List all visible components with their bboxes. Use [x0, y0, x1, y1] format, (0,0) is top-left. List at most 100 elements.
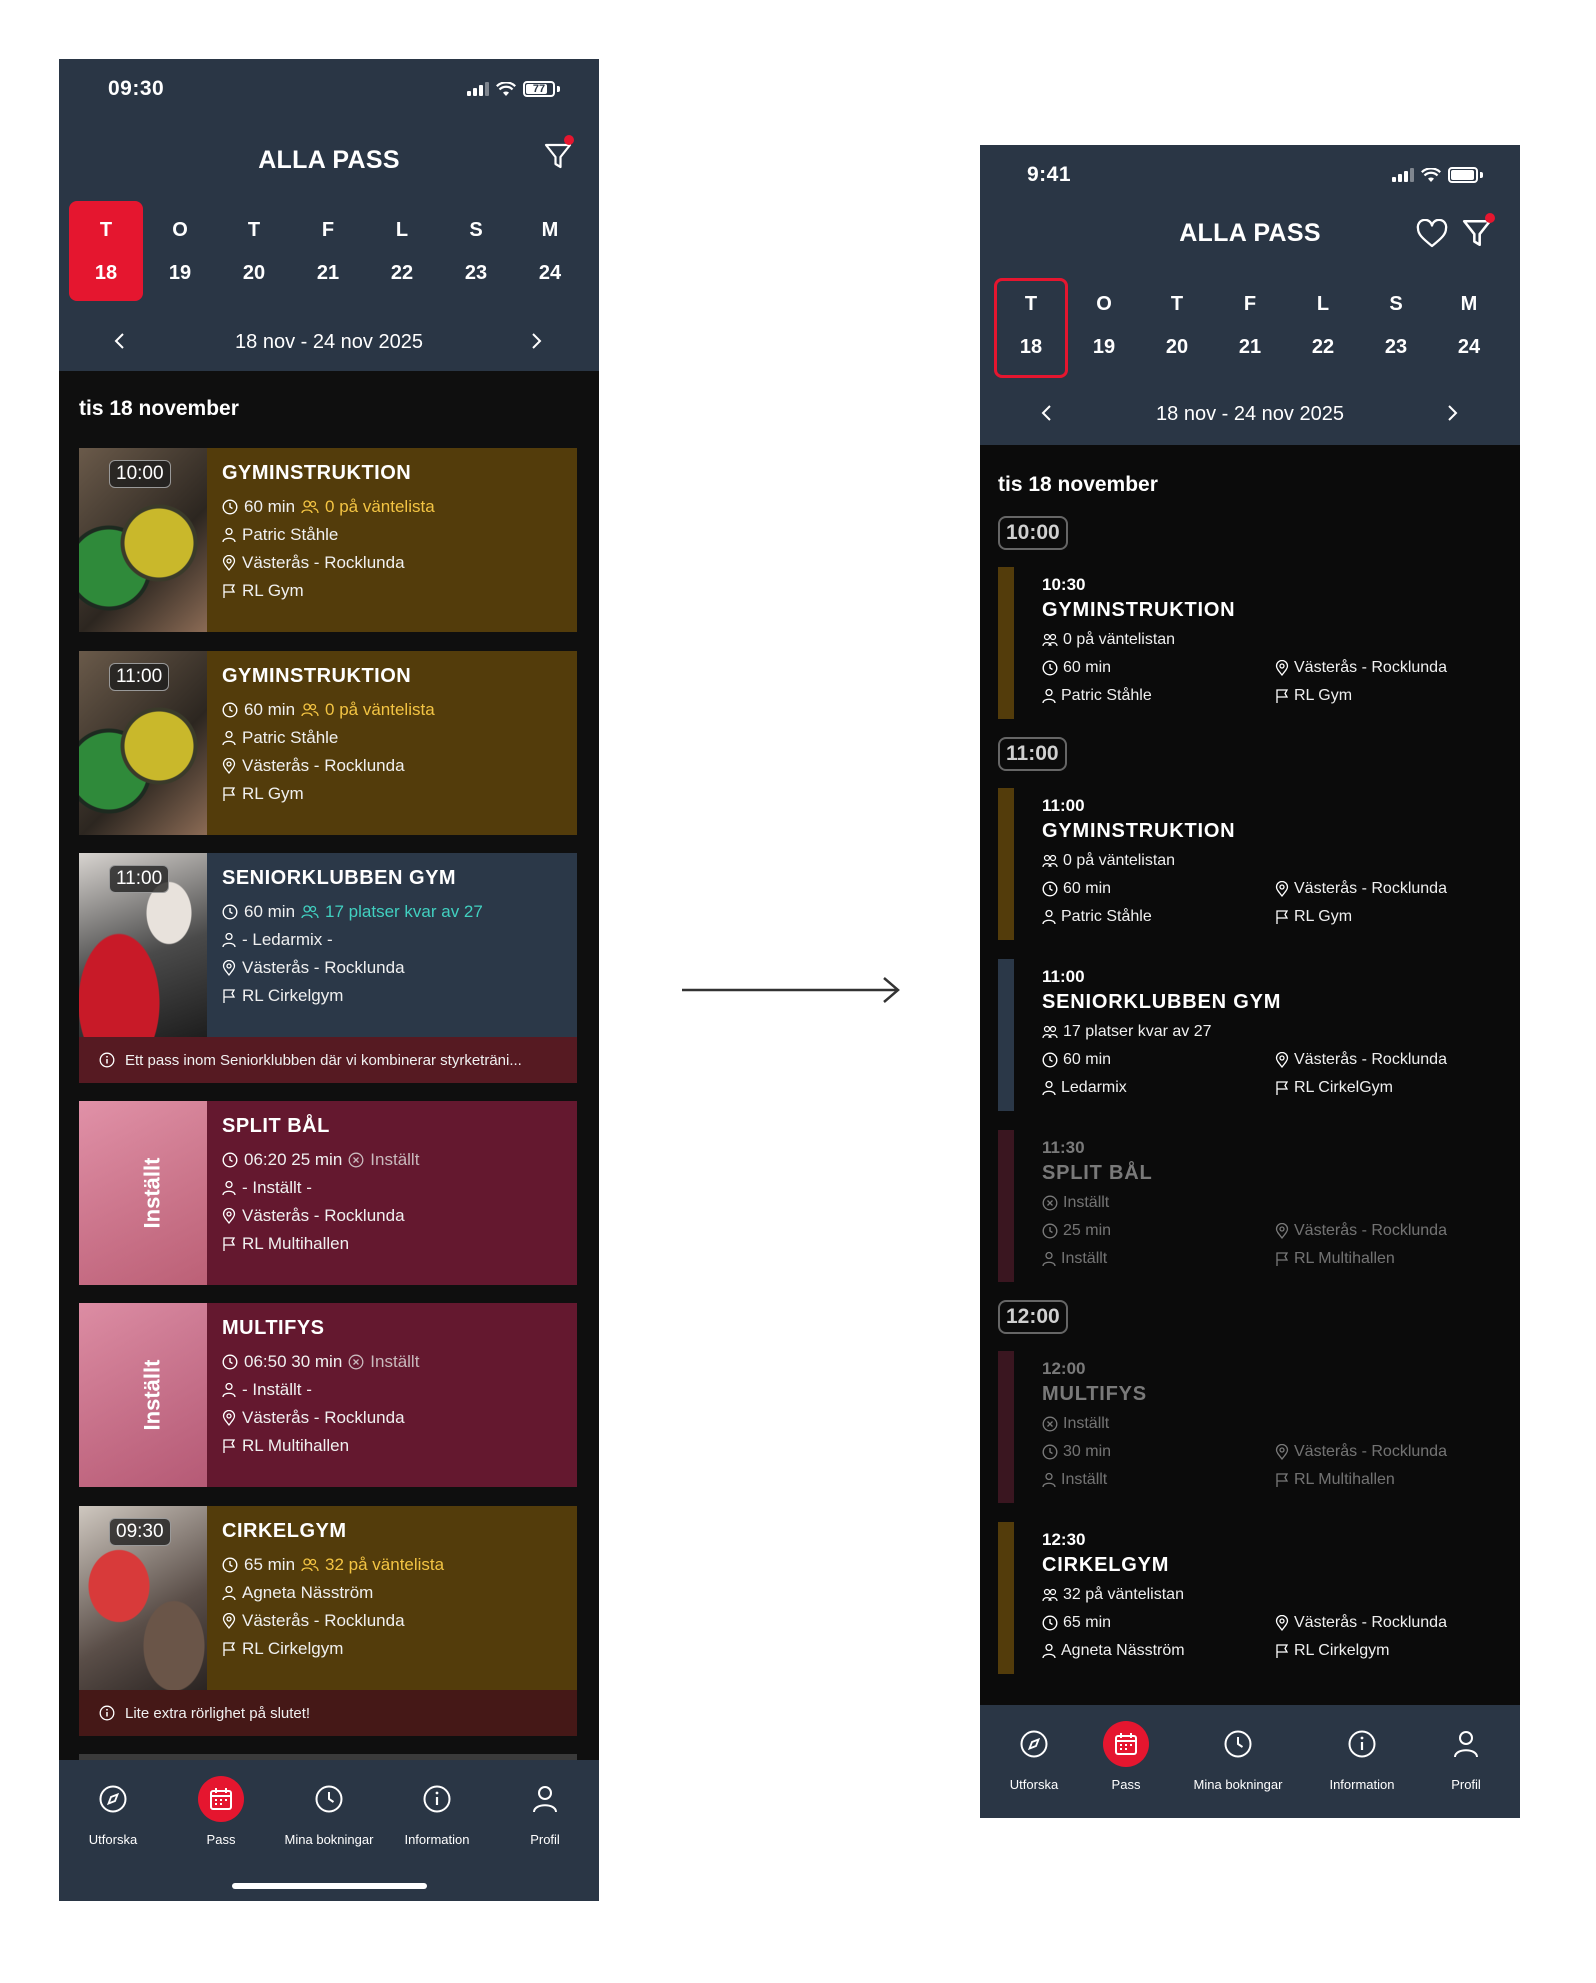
- day-mon-24[interactable]: M 24: [513, 201, 587, 301]
- chevron-right-icon[interactable]: [529, 332, 543, 350]
- day-sun-23[interactable]: S 23: [1359, 278, 1433, 378]
- class-photo: Inställt: [79, 1303, 207, 1487]
- class-photo: 11:00: [79, 853, 207, 1037]
- class-list-item[interactable]: 11:00 SENIORKLUBBEN GYM 17 platser kvar …: [998, 959, 1502, 1111]
- person-icon: [1042, 1080, 1056, 1096]
- class-list-item[interactable]: 11:00 GYMINSTRUKTION 0 på väntelistan 60…: [998, 788, 1502, 940]
- users-icon: [301, 500, 319, 514]
- room: RL Gym: [242, 581, 304, 600]
- day-letter: M: [541, 219, 559, 241]
- history-icon: [306, 1776, 352, 1822]
- history-icon: [1215, 1721, 1261, 1767]
- nav-utforska[interactable]: Utforska: [59, 1776, 167, 1847]
- duration: 30 min: [1063, 1443, 1112, 1460]
- week-range: 18 nov - 24 nov 2025: [1156, 403, 1344, 425]
- status: Inställt: [1063, 1415, 1110, 1432]
- nav-label: Pass: [1111, 1777, 1141, 1792]
- clock-icon: [1042, 660, 1058, 676]
- battery-level: 77: [532, 83, 546, 95]
- waitlist-status: 0 på väntelista: [325, 700, 435, 719]
- room: RL Gym: [1294, 908, 1353, 925]
- status-time: 09:30: [108, 77, 165, 100]
- time-badge: 09:30: [109, 1518, 171, 1546]
- filter-button[interactable]: [543, 135, 574, 176]
- filter-button[interactable]: [1461, 213, 1495, 254]
- card-body: MULTIFYS 06:50 30 min Inställt - Inställ…: [207, 1303, 577, 1487]
- favorites-button[interactable]: [1416, 218, 1448, 254]
- duration-row: 06:50 30 min Inställt: [222, 1348, 577, 1376]
- instructor: - Ledarmix -: [242, 930, 333, 949]
- day-sat-22[interactable]: L 22: [365, 201, 439, 301]
- day-tue-18[interactable]: T 18: [69, 201, 143, 301]
- instructor-row: Agneta Näsström: [1042, 1642, 1185, 1660]
- day-fri-21[interactable]: F 21: [291, 201, 365, 301]
- nav-label: Profil: [1451, 1777, 1481, 1792]
- screen-after: 9:41 ALLA PASS T 18 O 19 T 20 F 21 L 22 S 23 M…: [980, 145, 1520, 1818]
- time-badge: 10:00: [109, 460, 171, 488]
- category-bar: [998, 1522, 1014, 1674]
- users-icon: [1042, 1588, 1058, 1602]
- class-title: GYMINSTRUKTION: [222, 462, 412, 484]
- nav-label: Mina bokningar: [284, 1832, 374, 1847]
- day-fri-21[interactable]: F 21: [1213, 278, 1287, 378]
- users-icon: [301, 905, 319, 919]
- day-number: 20: [1165, 336, 1189, 358]
- day-wed-19[interactable]: O 19: [143, 201, 217, 301]
- day-mon-24[interactable]: M 24: [1432, 278, 1506, 378]
- nav-information[interactable]: Information: [1308, 1721, 1416, 1792]
- nav-profil[interactable]: Profil: [1412, 1721, 1520, 1792]
- day-sat-22[interactable]: L 22: [1286, 278, 1360, 378]
- instructor: Patric Ståhle: [1061, 908, 1152, 925]
- filter-active-dot: [564, 135, 574, 145]
- day-letter: S: [1389, 293, 1403, 315]
- room: RL Multihallen: [242, 1436, 350, 1455]
- room: RL Multihallen: [242, 1234, 350, 1253]
- day-number: 22: [390, 262, 414, 284]
- day-wed-19[interactable]: O 19: [1067, 278, 1141, 378]
- clock-icon: [1042, 1052, 1058, 1068]
- nav-profil[interactable]: Profil: [491, 1776, 599, 1847]
- flag-icon: [1276, 689, 1289, 703]
- nav-label: Information: [404, 1832, 470, 1847]
- nav-mina-bokningar[interactable]: Mina bokningar: [1184, 1721, 1292, 1792]
- location-row: Västerås - Rocklunda: [1275, 880, 1447, 898]
- location-row: Västerås - Rocklunda: [222, 1607, 577, 1635]
- class-list-item[interactable]: 12:30 CIRKELGYM 32 på väntelistan 65 min…: [998, 1522, 1502, 1674]
- calendar-icon: [1103, 1721, 1149, 1767]
- nav-information[interactable]: Information: [383, 1776, 491, 1847]
- class-note: Lite extra rörlighet på slutet!: [79, 1690, 577, 1736]
- class-list-item[interactable]: 10:30 GYMINSTRUKTION 0 på väntelistan 60…: [998, 567, 1502, 719]
- battery-nub: [557, 86, 560, 92]
- duration: 60 min: [244, 700, 296, 719]
- clock-icon: [1042, 1615, 1058, 1631]
- room-row: RL Multihallen: [1275, 1471, 1395, 1489]
- class-list-item-cancelled[interactable]: 12:00 MULTIFYS Inställt 30 min Inställt …: [998, 1351, 1502, 1503]
- date-heading: tis 18 november: [998, 473, 1158, 496]
- day-tue-18[interactable]: T 18: [994, 278, 1068, 378]
- day-thu-20[interactable]: T 20: [1140, 278, 1214, 378]
- class-photo: 09:30: [79, 1506, 207, 1690]
- location: Västerås - Rocklunda: [1294, 1443, 1447, 1460]
- room: RL Gym: [242, 784, 304, 803]
- flag-icon: [1276, 1252, 1289, 1266]
- class-photo: 11:00: [79, 651, 207, 835]
- nav-pass[interactable]: Pass: [1072, 1721, 1180, 1792]
- duration-row: 60 min 0 på väntelista: [222, 493, 577, 521]
- room-row: RL Gym: [222, 780, 577, 808]
- chevron-right-icon[interactable]: [1445, 404, 1459, 422]
- day-thu-20[interactable]: T 20: [217, 201, 291, 301]
- class-list-item-cancelled[interactable]: 11:30 SPLIT BÅL Inställt 25 min Inställt…: [998, 1130, 1502, 1282]
- instructor-row: - Inställt -: [222, 1174, 577, 1202]
- day-letter: F: [1243, 293, 1257, 315]
- status-row: Inställt: [1042, 1194, 1109, 1212]
- instructor: Agneta Näsström: [242, 1583, 374, 1602]
- nav-mina-bokningar[interactable]: Mina bokningar: [275, 1776, 383, 1847]
- person-icon: [222, 527, 236, 543]
- nav-pass[interactable]: Pass: [167, 1776, 275, 1847]
- status-row: 0 på väntelistan: [1042, 852, 1175, 870]
- day-sun-23[interactable]: S 23: [439, 201, 513, 301]
- duration: 65 min: [244, 1555, 296, 1574]
- location-row: Västerås - Rocklunda: [1275, 1614, 1447, 1632]
- flag-icon: [223, 584, 236, 598]
- day-letter: F: [321, 219, 335, 241]
